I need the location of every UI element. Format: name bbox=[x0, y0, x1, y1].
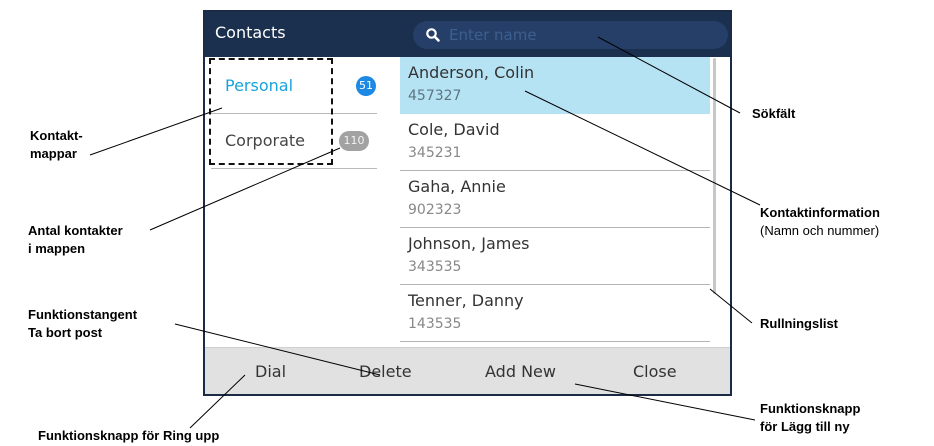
callout-line-scrollbar bbox=[709, 288, 753, 324]
callout-scrollbar: Rullningslist bbox=[760, 316, 838, 331]
callout-search: Sökfält bbox=[752, 106, 796, 121]
callout-line-folders bbox=[89, 107, 223, 156]
callout-delete-key: Funktionstangent Ta bort post bbox=[28, 307, 138, 340]
callout-line-search bbox=[597, 36, 741, 114]
callout-contact-info: Kontaktinformation (Namn och nummer) bbox=[760, 205, 880, 238]
callout-line-contact bbox=[524, 90, 761, 206]
callout-dial-key: Funktionsknapp för Ring upp bbox=[38, 428, 220, 443]
callout-line-delete bbox=[174, 323, 381, 376]
callout-line-count bbox=[149, 147, 341, 231]
callout-count: Antal kontakter i mappen bbox=[28, 223, 123, 256]
callout-line-addnew bbox=[574, 383, 756, 421]
callout-addnew-key: Funktionsknapp för Lägg till ny bbox=[760, 401, 861, 434]
callout-line-dial bbox=[189, 374, 246, 429]
callout-folders: Kontakt-mappar bbox=[30, 128, 83, 161]
